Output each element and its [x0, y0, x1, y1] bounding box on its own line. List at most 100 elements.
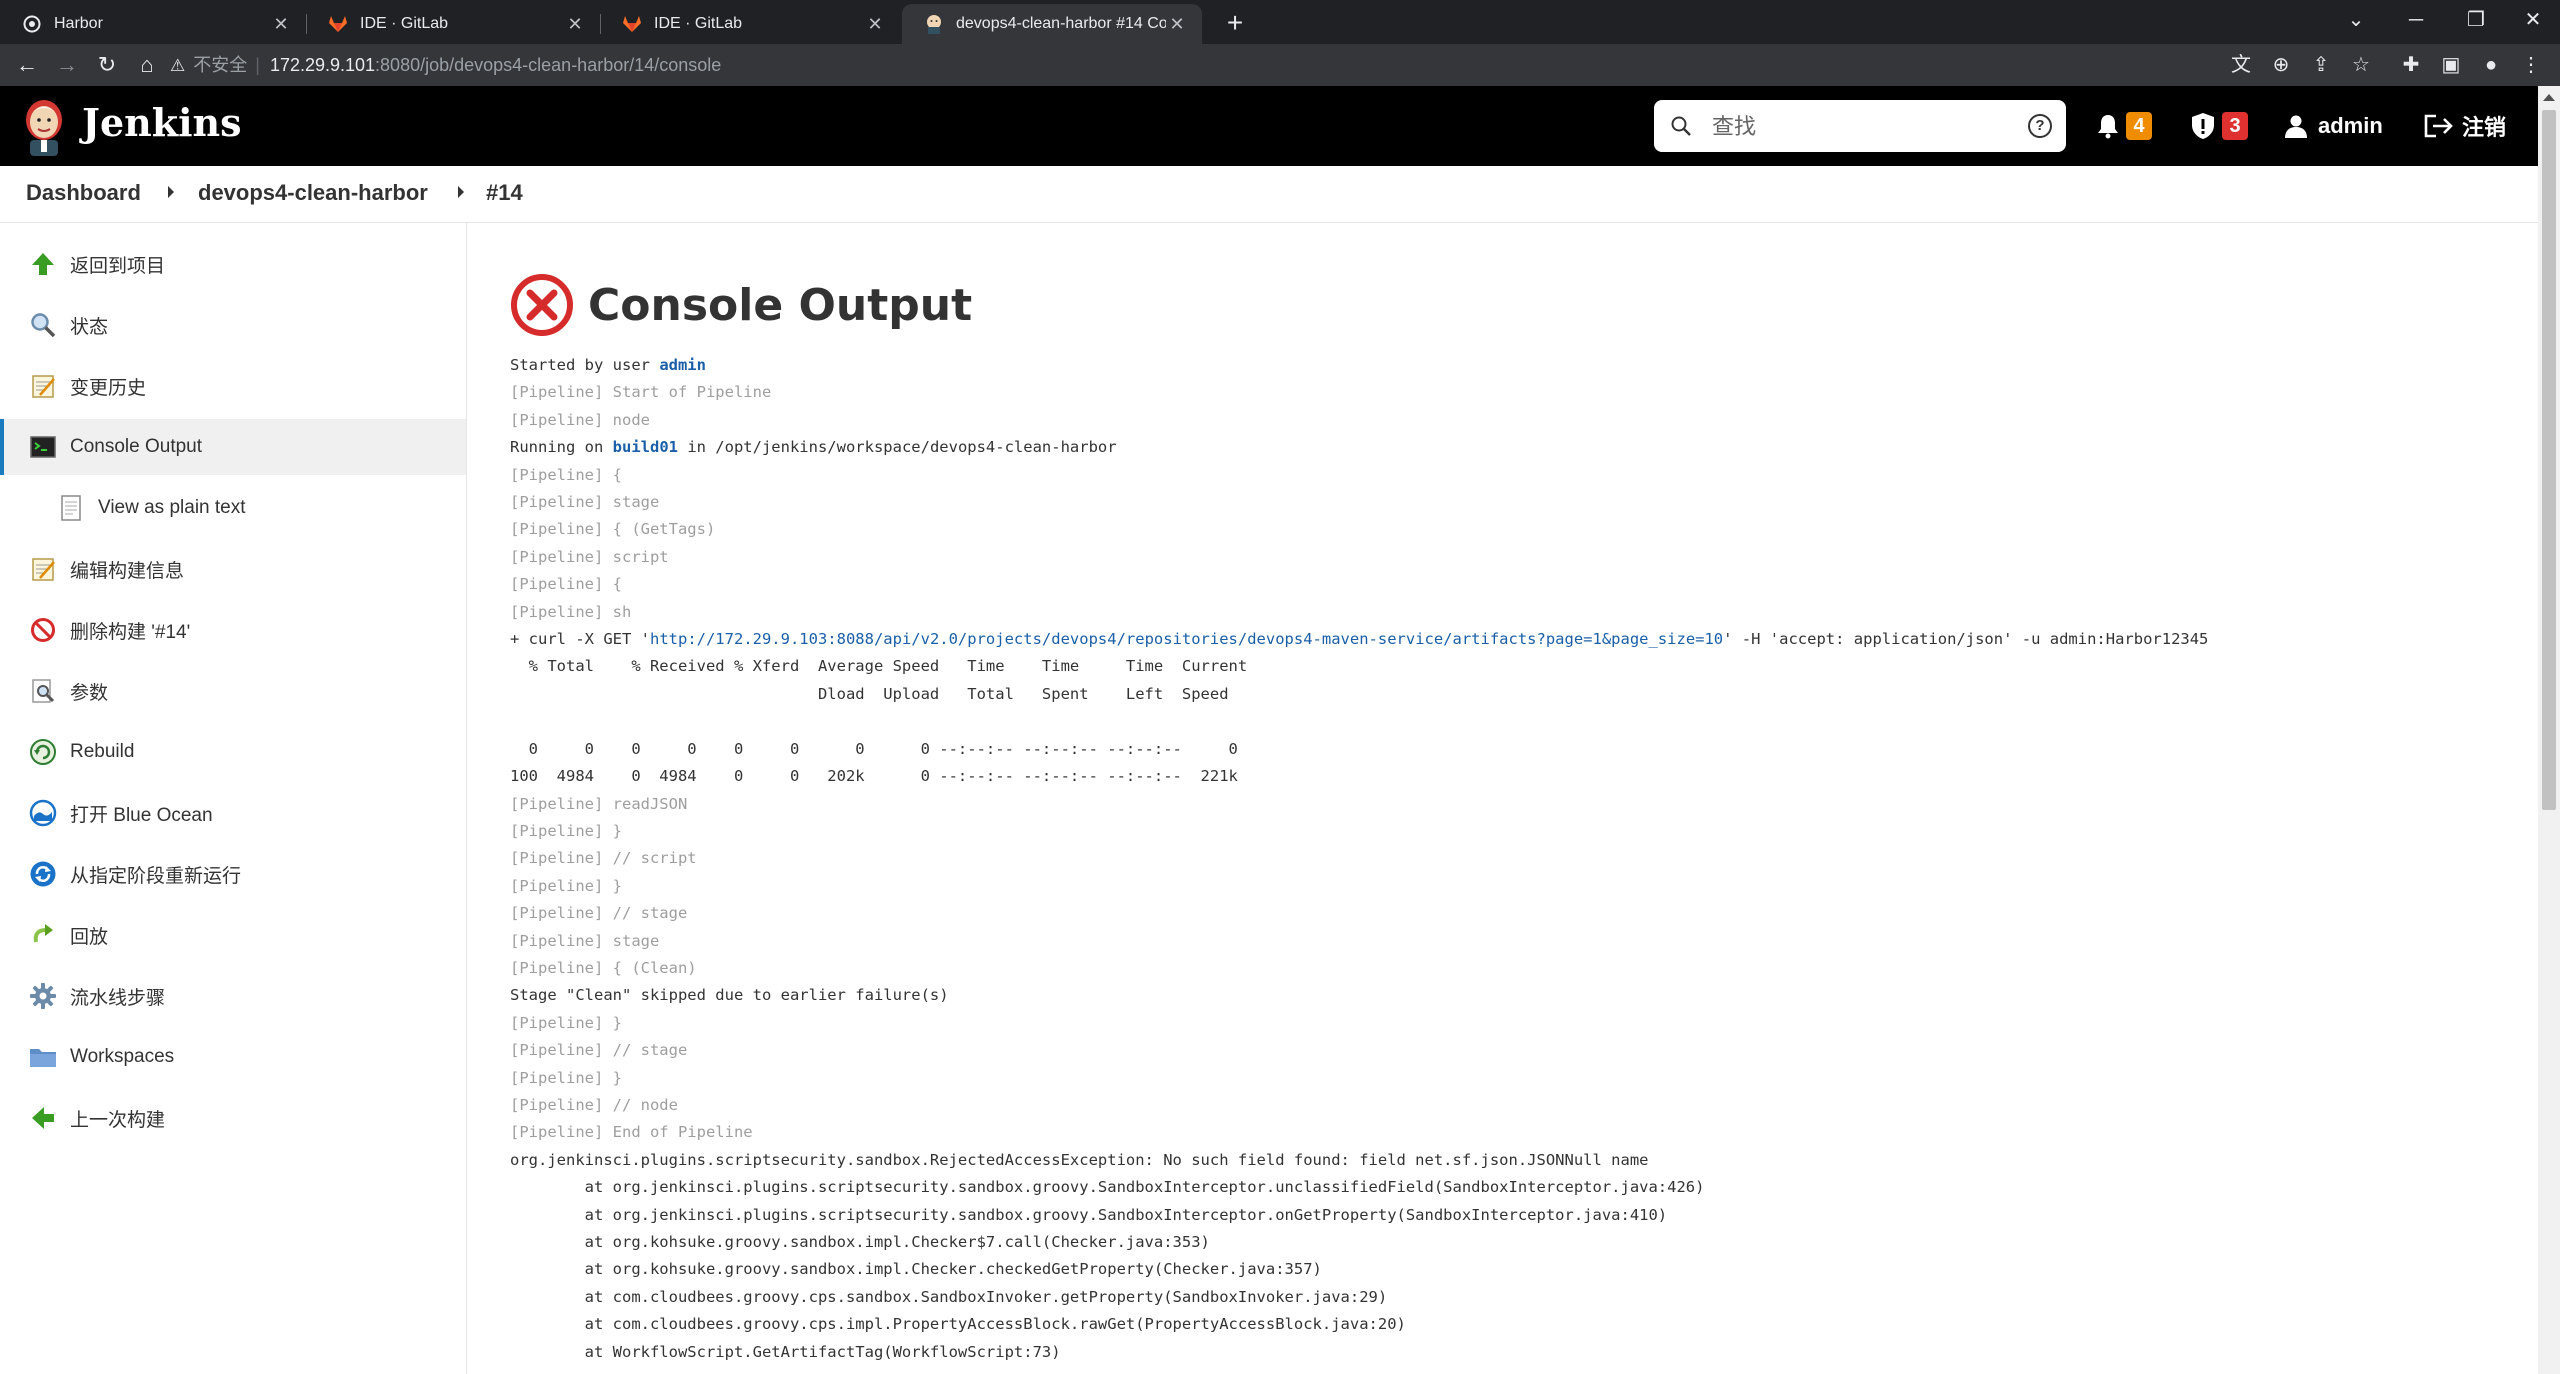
sidebar-item-previous-build[interactable]: 上一次构建	[0, 1090, 466, 1146]
tab-search-icon[interactable]: ⌄	[2326, 0, 2386, 40]
bell-icon	[2098, 115, 2118, 139]
new-tab-button[interactable]: +	[1218, 6, 1252, 40]
sidebar-item-workspaces[interactable]: Workspaces	[0, 1029, 466, 1085]
menu-icon[interactable]: ⋮	[2516, 50, 2546, 80]
jenkins-icon	[924, 14, 944, 34]
console-line: [Pipeline] }	[510, 876, 622, 895]
sidebar-item-label: 从指定阶段重新运行	[70, 865, 242, 887]
translate-icon[interactable]: 文	[2226, 50, 2256, 80]
tab-title: IDE · GitLab	[654, 15, 743, 32]
browser-tab[interactable]: Harbor ✕	[0, 4, 306, 44]
logout-button[interactable]: 注销	[2424, 106, 2506, 146]
sidebar-item-label: Workspaces	[70, 1046, 175, 1067]
no-entry-icon	[28, 615, 58, 645]
sidebar-item-rebuild[interactable]: Rebuild	[0, 724, 466, 780]
sidebar-item-pipeline-steps[interactable]: 流水线步骤	[0, 968, 466, 1024]
gitlab-icon	[622, 14, 642, 34]
user-link[interactable]: admin	[659, 356, 706, 374]
sidebar-item-console-output[interactable]: Console Output	[0, 419, 466, 475]
sidebar-item-blue-ocean[interactable]: 打开 Blue Ocean	[0, 785, 466, 841]
search-icon	[1671, 116, 1691, 136]
reload-icon[interactable]: ↻	[92, 50, 122, 80]
page-scrollbar[interactable]	[2538, 86, 2560, 1374]
sidepanel-icon[interactable]: ▣	[2436, 50, 2466, 80]
rebuild-icon	[28, 737, 58, 767]
scrollbar-thumb[interactable]	[2542, 110, 2556, 810]
zoom-icon[interactable]: ⊕	[2266, 50, 2296, 80]
folder-icon	[28, 1042, 58, 1072]
user-menu[interactable]: admin	[2284, 106, 2383, 146]
sidebar-item-view-plain-text[interactable]: View as plain text	[0, 480, 466, 536]
console-line: at org.kohsuke.groovy.sandbox.impl.Check…	[584, 1260, 1322, 1279]
failed-status-icon	[511, 274, 573, 336]
breadcrumb-dashboard[interactable]: Dashboard	[26, 180, 141, 206]
sidebar-item-back-to-project[interactable]: 返回到项目	[0, 236, 466, 292]
help-icon[interactable]: ?	[2028, 114, 2052, 138]
insecure-label: 不安全	[193, 55, 248, 75]
console-line: ' -H 'accept: application/json' -u admin…	[1723, 630, 2209, 649]
share-icon[interactable]: ⇪	[2306, 50, 2336, 80]
security-button[interactable]: 3	[2190, 106, 2248, 146]
sidebar-item-delete-build[interactable]: 删除构建 '#14'	[0, 602, 466, 658]
document-icon	[56, 493, 86, 523]
restart-icon	[28, 859, 58, 889]
console-line: [Pipeline] // stage	[510, 904, 688, 923]
jenkins-brand[interactable]: Jenkins	[82, 100, 242, 145]
console-line: [Pipeline] // node	[510, 1095, 678, 1114]
sidebar-item-label: Rebuild	[70, 741, 135, 762]
browser-tab-active[interactable]: devops4-clean-harbor #14 Co ✕	[902, 4, 1202, 44]
scroll-up-icon[interactable]	[2543, 94, 2555, 101]
close-icon[interactable]: ✕	[1166, 14, 1188, 35]
star-icon[interactable]: ☆	[2346, 50, 2376, 80]
close-icon[interactable]: ✕	[864, 14, 886, 35]
sidebar-item-restart-from-stage[interactable]: 从指定阶段重新运行	[0, 846, 466, 902]
sidebar-item-changes[interactable]: 变更历史	[0, 358, 466, 414]
search-input[interactable]	[1710, 108, 2014, 146]
console-line: [Pipeline] { (GetTags)	[510, 520, 716, 539]
close-window-button[interactable]: ✕	[2506, 0, 2560, 40]
url-path: :8080/job/devops4-clean-harbor/14/consol…	[375, 55, 722, 75]
sidebar-item-parameters[interactable]: 参数	[0, 663, 466, 719]
sidebar-item-edit-build-info[interactable]: 编辑构建信息	[0, 541, 466, 597]
back-icon[interactable]: ←	[12, 50, 42, 80]
browser-tab[interactable]: IDE · GitLab ✕	[306, 4, 600, 44]
sidebar-item-status[interactable]: 状态	[0, 297, 466, 353]
profile-icon[interactable]: ●	[2476, 50, 2506, 80]
close-icon[interactable]: ✕	[270, 14, 292, 35]
close-icon[interactable]: ✕	[564, 14, 586, 35]
chevron-right-icon[interactable]	[458, 186, 464, 198]
console-line: [Pipeline] stage	[510, 931, 660, 950]
console-line: % Total % Received % Xferd Average Speed…	[528, 657, 1248, 676]
jenkins-logo-icon[interactable]	[22, 96, 66, 156]
extensions-icon[interactable]: ✚	[2396, 50, 2426, 80]
security-badge: 3	[2222, 112, 2248, 140]
sidebar-item-label: 删除构建 '#14'	[70, 621, 191, 643]
console-line: at com.cloudbees.groovy.cps.impl.Propert…	[584, 1315, 1406, 1334]
console-line: [Pipeline] }	[510, 1013, 622, 1032]
address-bar[interactable]: ⚠ 不安全 | 172.29.9.101:8080/job/devops4-clean…	[170, 49, 2260, 81]
home-icon[interactable]: ⌂	[132, 50, 162, 80]
sidebar-item-label: View as plain text	[98, 497, 246, 518]
sidebar-item-replay[interactable]: 回放	[0, 907, 466, 963]
restore-button[interactable]: ❐	[2446, 0, 2506, 40]
forward-icon[interactable]: →	[52, 50, 82, 80]
breadcrumb-build[interactable]: #14	[486, 180, 523, 206]
console-line: at org.kohsuke.groovy.sandbox.impl.Check…	[584, 1233, 1210, 1251]
browser-tab[interactable]: IDE · GitLab ✕	[600, 4, 900, 44]
minimize-button[interactable]: ─	[2386, 0, 2446, 40]
console-line: [Pipeline] stage	[510, 493, 660, 512]
console-line: [Pipeline] readJSON	[510, 794, 688, 813]
console-line: 0 0 0 0 0 0 0 0 --:--:-- --:--:-- --:--:…	[528, 739, 1238, 758]
curl-url-link[interactable]: http://172.29.9.103:8088/api/v2.0/projec…	[650, 630, 1723, 648]
page-title-row: Console Output	[510, 270, 2510, 340]
console-line: [Pipeline] script	[510, 547, 669, 566]
notifications-button[interactable]: 4	[2096, 106, 2152, 146]
sidebar-item-label: 状态	[70, 316, 109, 338]
console-line: in /opt/jenkins/workspace/devops4-clean-…	[677, 438, 1117, 457]
blue-ocean-icon	[28, 798, 58, 828]
chevron-right-icon[interactable]	[168, 186, 174, 198]
tab-title: IDE · GitLab	[360, 15, 449, 32]
replay-icon	[28, 920, 58, 950]
breadcrumb-job[interactable]: devops4-clean-harbor	[198, 180, 428, 206]
node-link[interactable]: build01	[613, 438, 678, 456]
